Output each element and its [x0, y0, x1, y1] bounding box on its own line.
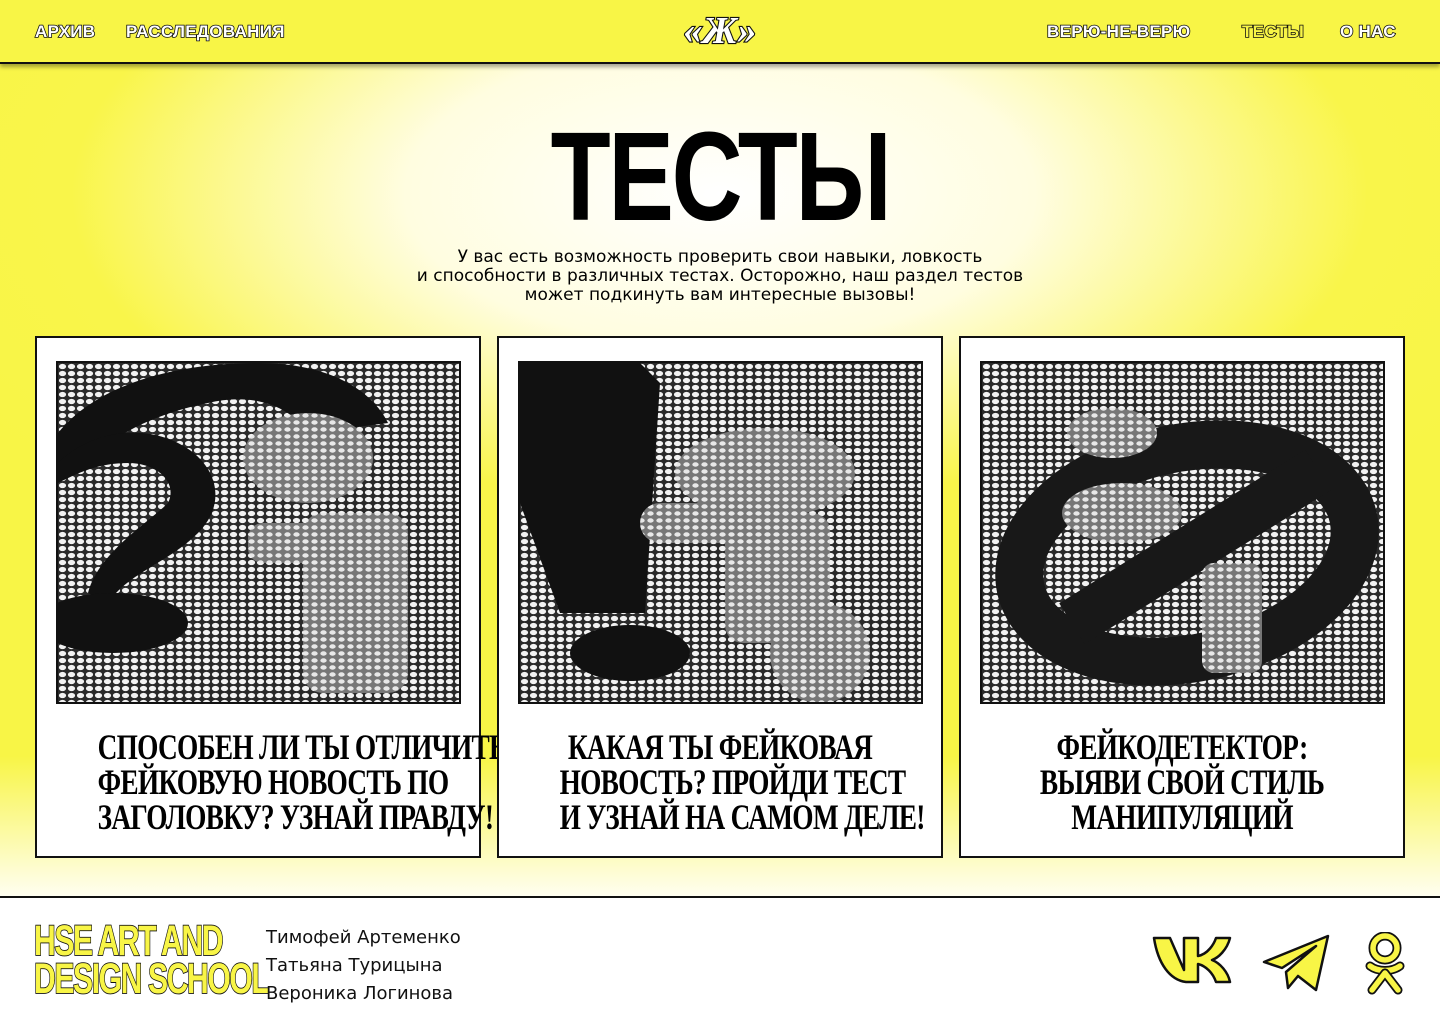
card-title-line: ЗАГОЛОВКУ? УЗНАЙ ПРАВДУ!: [97, 797, 494, 837]
page-title: ТЕСТЫ: [550, 106, 892, 247]
card-title: СПОСОБЕН ЛИ ТЫ ОТЛИЧИТЬ ФЕЙКОВУЮ НОВОСТЬ…: [97, 727, 507, 837]
nav-believe-not-believe[interactable]: ВЕРЮ-НЕ-ВЕРЮ: [1046, 21, 1191, 42]
nav-archive[interactable]: АРХИВ: [34, 21, 96, 42]
card-title-line: И УЗНАЙ НА САМОМ ДЕЛЕ!: [559, 797, 926, 837]
hse-art-design-school-logo[interactable]: HSE ART AND DESIGN SCHOOL: [33, 919, 270, 1003]
card-title: КАКАЯ ТЫ ФЕЙКОВАЯ НОВОСТЬ? ПРОЙДИ ТЕСТ И…: [559, 727, 926, 837]
svg-text:«Ж»: «Ж»: [684, 10, 757, 52]
card-title-line: СПОСОБЕН ЛИ ТЫ ОТЛИЧИТЬ: [97, 727, 507, 767]
intro-text: У вас есть возможность проверить свои на…: [360, 248, 1080, 305]
school-logo-line: DESIGN SCHOOL: [33, 955, 270, 1003]
nav-investigations[interactable]: РАССЛЕДОВАНИЯ: [125, 21, 285, 42]
intro-line: может подкинуть вам интересные вызовы!: [524, 285, 916, 305]
intro-line: У вас есть возможность проверить свои на…: [457, 247, 983, 267]
test-card-fake-detector[interactable]: ФЕЙКОДЕТЕКТОР: ВЫЯВИ СВОЙ СТИЛЬ МАНИПУЛЯ…: [959, 336, 1405, 858]
nav-tests[interactable]: ТЕСТЫ: [1241, 21, 1304, 42]
site-logo[interactable]: «Ж»: [672, 9, 768, 54]
test-card-which-fake-news[interactable]: КАКАЯ ТЫ ФЕЙКОВАЯ НОВОСТЬ? ПРОЙДИ ТЕСТ И…: [497, 336, 943, 858]
intro-line: и способности в различных тестах. Осторо…: [416, 266, 1024, 286]
tests-section: ТЕСТЫ У вас есть возможность проверить с…: [0, 64, 1440, 896]
author-name: Татьяна Турицына: [266, 955, 443, 976]
card-title: ФЕЙКОДЕТЕКТОР: ВЫЯВИ СВОЙ СТИЛЬ МАНИПУЛЯ…: [1022, 727, 1343, 837]
question-mark-halftone-icon: [58, 363, 459, 702]
card-title-line: ФЕЙКОДЕТЕКТОР:: [1056, 727, 1309, 767]
card-title-line: НОВОСТЬ? ПРОЙДИ ТЕСТ: [559, 762, 906, 802]
card-image: [518, 361, 923, 704]
authors-list: Тимофей Артеменко Татьяна Турицына Верон…: [266, 924, 461, 1008]
card-title-line: ВЫЯВИ СВОЙ СТИЛЬ: [1039, 762, 1325, 802]
logo-mark: «Ж»: [682, 9, 757, 53]
card-image: [980, 361, 1385, 704]
card-title-line: МАНИПУЛЯЦИЙ: [1071, 797, 1293, 837]
card-image: [56, 361, 461, 704]
card-title-line: ФЕЙКОВУЮ НОВОСТЬ ПО: [97, 762, 449, 802]
exclamation-mark-halftone-icon: [520, 363, 921, 702]
author-name: Тимофей Артеменко: [266, 927, 461, 948]
test-card-fake-headline[interactable]: СПОСОБЕН ЛИ ТЫ ОТЛИЧИТЬ ФЕЙКОВУЮ НОВОСТЬ…: [35, 336, 507, 858]
prohibition-sign-halftone-icon: [982, 363, 1383, 702]
nav-about[interactable]: О НАС: [1339, 21, 1396, 42]
telegram-icon[interactable]: [1260, 932, 1332, 999]
odnoklassniki-icon[interactable]: [1362, 931, 1408, 1003]
vk-icon[interactable]: [1150, 932, 1232, 993]
card-title-line: КАКАЯ ТЫ ФЕЙКОВАЯ: [567, 727, 873, 767]
site-header: АРХИВ РАССЛЕДОВАНИЯ «Ж» ВЕРЮ-НЕ-ВЕРЮ ТЕС…: [0, 0, 1440, 64]
site-footer: HSE ART AND DESIGN SCHOOL Тимофей Артеме…: [0, 896, 1440, 1024]
author-name: Вероника Логинова: [266, 983, 454, 1004]
